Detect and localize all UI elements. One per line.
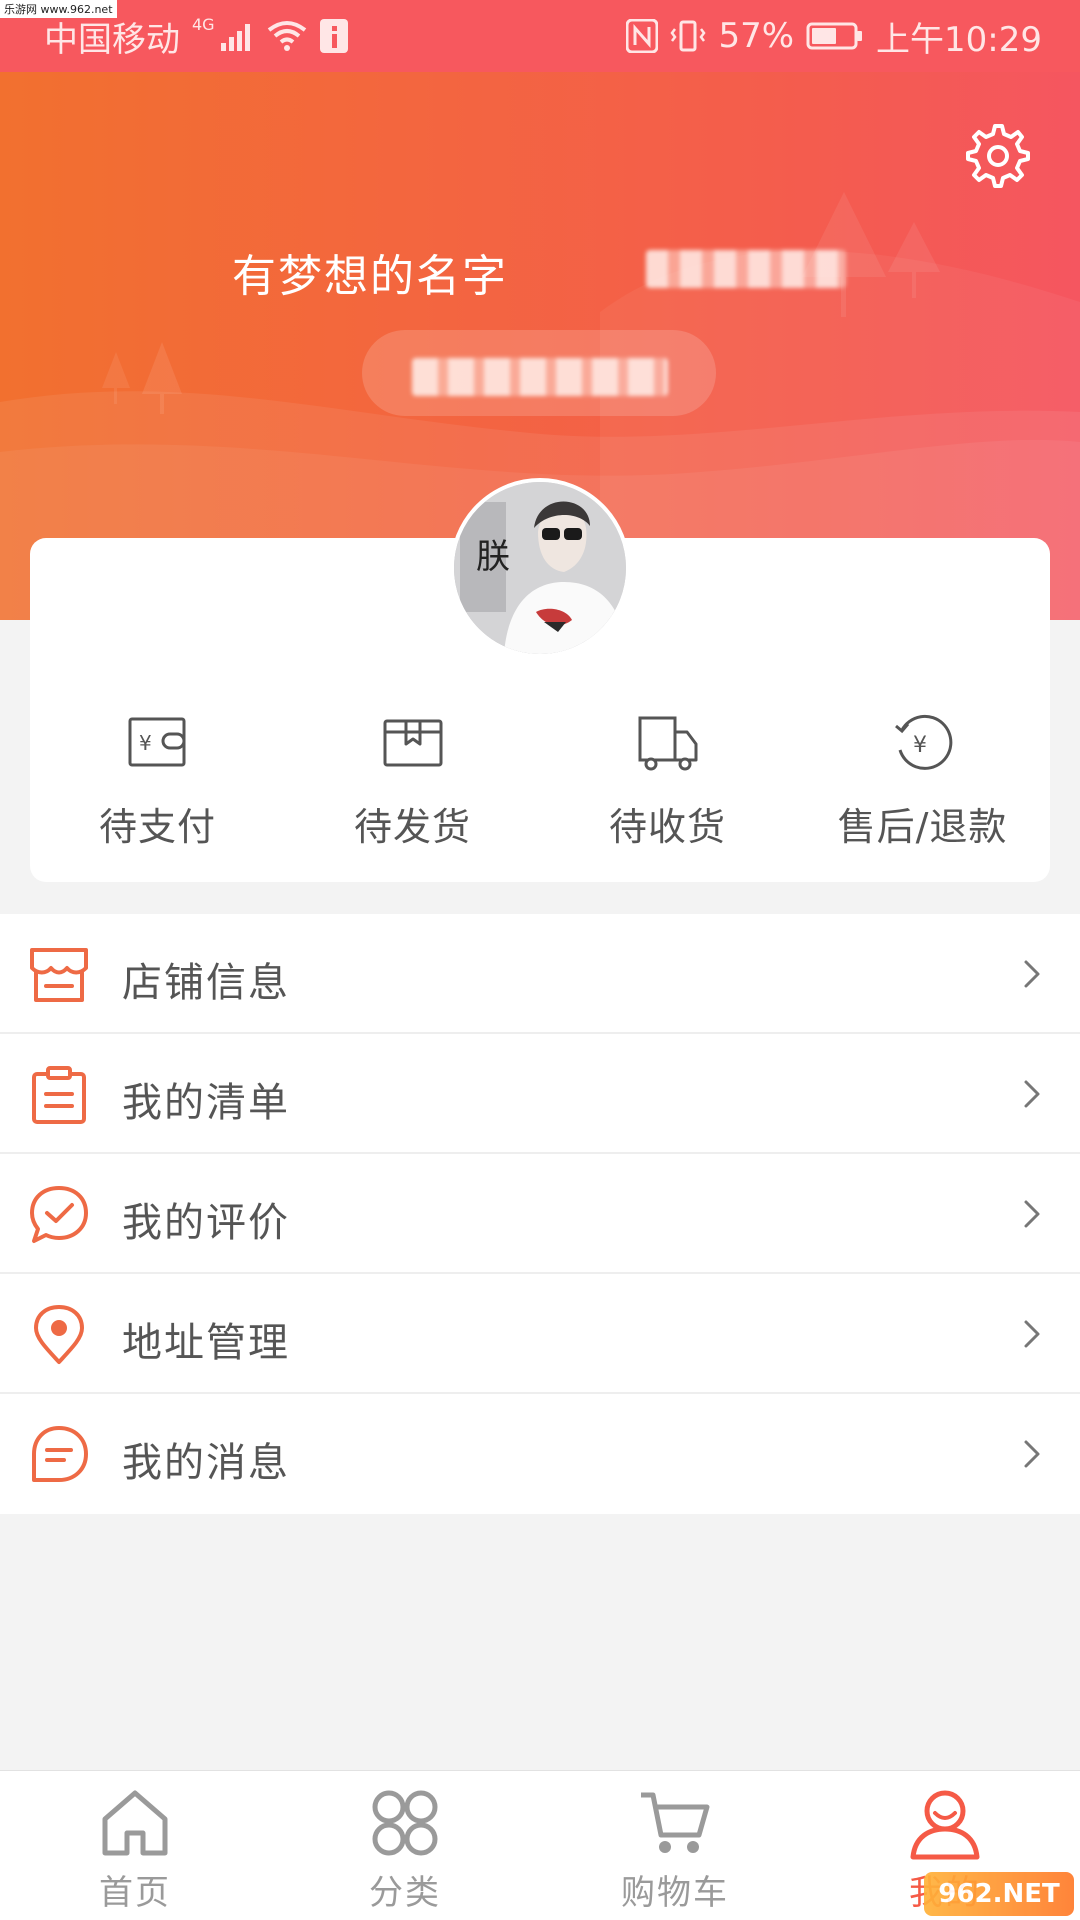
battery-percent: 57%: [718, 16, 795, 56]
masked-user-info: [412, 358, 668, 396]
order-after-sales[interactable]: ¥ 售后/退款: [795, 708, 1050, 851]
network-type: 4G: [192, 14, 215, 34]
user-icon: [910, 1790, 980, 1860]
avatar[interactable]: 朕: [450, 478, 630, 658]
status-right: 57% 上午10:29: [626, 14, 1042, 60]
chevron-right-icon: [1024, 1320, 1040, 1348]
tab-label: 分类: [369, 1873, 441, 1913]
avatar-photo: 朕: [454, 482, 626, 654]
tab-label: 首页: [99, 1873, 171, 1913]
box-icon: [383, 719, 442, 767]
comment-check-icon: [30, 1186, 88, 1243]
home-icon: [102, 1790, 168, 1856]
clock: 上午10:29: [876, 19, 1042, 60]
tab-cart[interactable]: 购物车: [540, 1771, 810, 1920]
order-pending-receive[interactable]: 待收货: [540, 708, 795, 851]
menu-label: 店铺信息: [122, 960, 290, 1006]
menu-label: 我的清单: [122, 1080, 290, 1126]
truck-icon: [638, 716, 697, 771]
masked-user-id: [646, 250, 846, 288]
avatar-caption: 朕: [476, 537, 510, 577]
wallet-icon: ¥: [128, 717, 185, 767]
chevron-right-icon: [1024, 1440, 1040, 1468]
menu-label: 地址管理: [122, 1320, 290, 1366]
svg-text:¥: ¥: [913, 733, 927, 758]
order-pending-payment[interactable]: ¥ 待支付: [30, 708, 285, 851]
menu-item-my-reviews[interactable]: 我的评价: [0, 1154, 1080, 1274]
svg-text:¥: ¥: [139, 731, 152, 755]
chevron-right-icon: [1024, 1200, 1040, 1228]
tab-label: 购物车: [621, 1873, 729, 1913]
order-label: 售后/退款: [837, 805, 1008, 849]
order-label: 待发货: [353, 805, 471, 849]
status-left: 中国移动 4G: [44, 14, 349, 60]
category-icon: [372, 1790, 438, 1856]
refund-icon: ¥: [894, 714, 952, 770]
store-icon: [30, 948, 88, 1002]
menu-label: 我的消息: [122, 1440, 290, 1486]
wifi-icon: [267, 21, 306, 51]
menu-item-store-info[interactable]: 店铺信息: [0, 914, 1080, 1034]
cart-icon: [641, 1792, 710, 1853]
tab-category[interactable]: 分类: [270, 1771, 540, 1920]
user-name: 有梦想的名字: [232, 251, 508, 302]
carrier-name: 中国移动: [44, 19, 180, 60]
location-pin-icon: [34, 1305, 84, 1364]
nfc-icon: [626, 19, 659, 53]
status-bar: 乐游网 www.962.net 中国移动 4G 57% 上午10:29: [0, 0, 1080, 72]
menu-list: 店铺信息 我的清单 我的评价 地址管理 我的消息: [0, 914, 1080, 1514]
watermark-text: 962.NET: [938, 1879, 1060, 1909]
message-icon: [32, 1426, 88, 1482]
signal-icon: [220, 24, 250, 51]
chevron-right-icon: [1024, 960, 1040, 988]
info-icon: [319, 19, 348, 53]
menu-item-messages[interactable]: 我的消息: [0, 1394, 1080, 1514]
chevron-right-icon: [1024, 1080, 1040, 1108]
menu-item-address[interactable]: 地址管理: [0, 1274, 1080, 1394]
order-status-list: ¥ 待支付 待发货 待收货 ¥ 售后/退款: [30, 708, 1050, 851]
menu-item-my-list[interactable]: 我的清单: [0, 1034, 1080, 1154]
vibrate-icon: [670, 20, 706, 52]
order-label: 待支付: [98, 805, 216, 849]
order-pending-ship[interactable]: 待发货: [285, 708, 540, 851]
order-label: 待收货: [608, 805, 726, 849]
clipboard-icon: [32, 1066, 86, 1124]
gear-icon[interactable]: [960, 118, 1032, 190]
menu-label: 我的评价: [122, 1200, 290, 1246]
site-watermark: 962.NET: [924, 1872, 1074, 1916]
bottom-tab-bar: 首页 分类 购物车 我的: [0, 1770, 1080, 1920]
battery-icon: [806, 22, 863, 50]
tab-home[interactable]: 首页: [0, 1771, 270, 1920]
